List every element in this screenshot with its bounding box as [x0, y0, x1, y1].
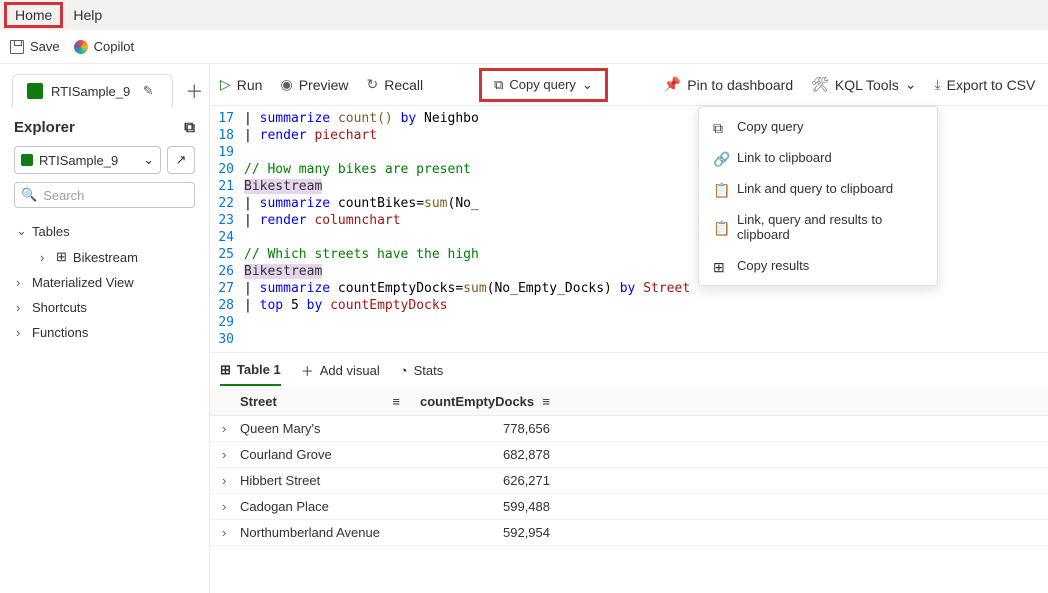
tools-icon: 🛠 [811, 76, 829, 93]
table-row[interactable]: ›Northumberland Avenue592,954 [210, 520, 1048, 546]
pin-icon: 📌 [664, 76, 681, 93]
save-button[interactable]: Save [10, 39, 60, 54]
column-street[interactable]: Street≡ [210, 388, 410, 415]
eye-icon: ◉ [280, 76, 292, 93]
chevron-down-icon: ⌄ [582, 77, 593, 93]
chevron-right-icon: › [222, 525, 232, 540]
save-icon [10, 40, 24, 54]
chevron-right-icon: › [16, 300, 26, 315]
table-header: Street≡ countEmptyDocks≡ [210, 388, 1048, 416]
pencil-icon[interactable]: ✎ [138, 81, 158, 101]
tree-bikestream[interactable]: › ⊞ Bikestream [38, 244, 195, 270]
menu-copy-results[interactable]: ⊞Copy results [699, 250, 937, 281]
copilot-icon [74, 40, 88, 54]
search-input[interactable]: 🔍 Search [14, 182, 195, 208]
query-tab[interactable]: RTISample_9 ✎ [12, 74, 173, 107]
search-icon: 🔍 [21, 187, 37, 203]
sort-icon: ≡ [392, 394, 400, 409]
chevron-down-icon: ⌄ [16, 223, 26, 239]
stats-button[interactable]: ◔Stats [400, 363, 443, 378]
chevron-right-icon: › [16, 325, 26, 340]
add-visual-button[interactable]: ＋Add visual [301, 361, 380, 380]
db-name: RTISample_9 [39, 153, 118, 168]
tree-shortcuts[interactable]: › Shortcuts [14, 295, 195, 320]
link-query-icon: 📋 [713, 182, 727, 196]
open-external-button[interactable]: ↗ [167, 146, 195, 174]
plus-icon: ＋ [301, 361, 314, 380]
query-toolbar: ▷Run ◉Preview ↻Recall ⧉ Copy query ⌄ 📌Pi… [210, 64, 1048, 106]
database-selector[interactable]: RTISample_9 ⌄ [14, 146, 161, 174]
recall-button[interactable]: ↻Recall [366, 76, 423, 93]
table-row[interactable]: ›Cadogan Place599,488 [210, 494, 1048, 520]
open-external-icon: ↗ [176, 152, 187, 168]
menu-copy-query[interactable]: ⧉Copy query [699, 111, 937, 142]
save-label: Save [30, 39, 60, 54]
top-toolbar: Save Copilot [0, 30, 1048, 64]
copy-query-dropdown[interactable]: ⧉ Copy query ⌄ [479, 68, 608, 102]
preview-button[interactable]: ◉Preview [280, 76, 348, 93]
results-toolbar: ⊞Table 1 ＋Add visual ◔Stats [210, 352, 1048, 388]
chevron-right-icon: › [222, 447, 232, 462]
chevron-down-icon: ⌄ [905, 76, 917, 93]
copy-query-menu: ⧉Copy query 🔗Link to clipboard 📋Link and… [698, 106, 938, 286]
tab-label: RTISample_9 [51, 84, 130, 99]
menu-help[interactable]: Help [63, 5, 112, 25]
table-icon: ⊞ [56, 249, 67, 265]
copilot-button[interactable]: Copilot [74, 39, 134, 54]
export-icon: ⤓ [934, 76, 940, 93]
chevron-right-icon: › [222, 421, 232, 436]
table-icon: ⊞ [220, 362, 231, 378]
left-sidebar: RTISample_9 ✎ ＋ Explorer ⧉ RTISample_9 ⌄… [0, 64, 210, 593]
clipboard-icon: 📋 [713, 220, 727, 234]
results-table: Street≡ countEmptyDocks≡ ›Queen Mary's77… [210, 388, 1048, 546]
column-count[interactable]: countEmptyDocks≡ [410, 388, 560, 415]
menu-link-query-results-clipboard[interactable]: 📋Link, query and results to clipboard [699, 204, 937, 250]
menu-link-clipboard[interactable]: 🔗Link to clipboard [699, 142, 937, 173]
chevron-right-icon: › [222, 499, 232, 514]
copy-icon: ⧉ [713, 120, 727, 134]
recall-icon: ↻ [366, 76, 378, 93]
database-icon [21, 154, 33, 166]
content-area: ▷Run ◉Preview ↻Recall ⧉ Copy query ⌄ 📌Pi… [210, 64, 1048, 593]
menu-bar: Home Help [0, 0, 1048, 30]
table-row[interactable]: ›Hibbert Street626,271 [210, 468, 1048, 494]
chevron-down-icon: ⌄ [143, 152, 154, 168]
menu-home[interactable]: Home [4, 2, 63, 28]
sort-icon: ≡ [542, 394, 550, 409]
chevron-right-icon: › [40, 250, 50, 265]
pin-dashboard-button[interactable]: 📌Pin to dashboard [664, 76, 793, 93]
play-icon: ▷ [220, 76, 231, 93]
copy-icon: ⧉ [494, 77, 503, 93]
explorer-title: Explorer [14, 119, 75, 136]
search-placeholder: Search [43, 188, 84, 203]
stats-icon: ◔ [400, 363, 408, 378]
run-button[interactable]: ▷Run [220, 76, 262, 93]
chevron-right-icon: › [16, 275, 26, 290]
chevron-right-icon: › [222, 473, 232, 488]
database-icon [27, 83, 43, 99]
tree-tables[interactable]: ⌄ Tables [14, 218, 195, 244]
grid-icon: ⊞ [713, 259, 727, 273]
table-row[interactable]: ›Queen Mary's778,656 [210, 416, 1048, 442]
panel-icon[interactable]: ⧉ [184, 119, 195, 136]
new-tab-button[interactable]: ＋ [185, 78, 203, 104]
link-icon: 🔗 [713, 151, 727, 165]
results-tab-table1[interactable]: ⊞Table 1 [220, 356, 281, 386]
kql-tools-button[interactable]: 🛠KQL Tools⌄ [811, 76, 916, 93]
menu-link-query-clipboard[interactable]: 📋Link and query to clipboard [699, 173, 937, 204]
export-csv-button[interactable]: ⤓Export to CSV [934, 76, 1035, 93]
tree-materialized-view[interactable]: › Materialized View [14, 270, 195, 295]
copilot-label: Copilot [94, 39, 134, 54]
tree-functions[interactable]: › Functions [14, 320, 195, 345]
table-row[interactable]: ›Courland Grove682,878 [210, 442, 1048, 468]
